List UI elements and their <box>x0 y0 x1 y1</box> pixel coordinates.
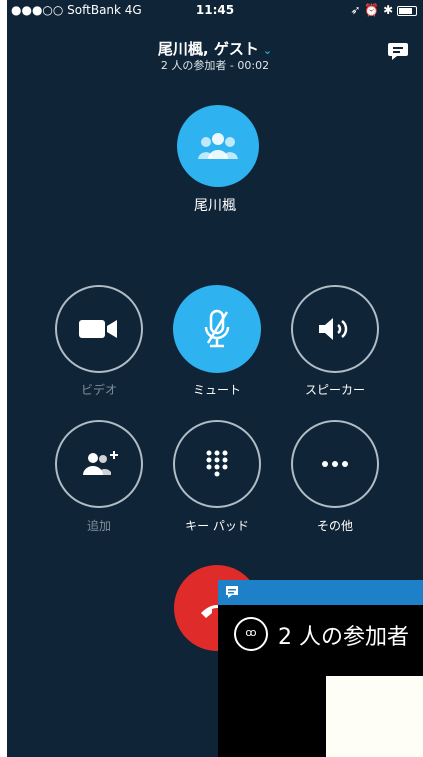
chevron-down-icon: ⌄ <box>262 44 273 57</box>
add-participant-button[interactable] <box>55 420 143 508</box>
speaker-icon <box>319 318 348 340</box>
chat-notification-icon <box>226 586 238 598</box>
status-icons: ➶ ⏰ ✱ <box>350 3 394 17</box>
participants-notification[interactable]: ꝏ 2 人の参加者 <box>218 580 423 757</box>
contact-name: 尾川楓 <box>194 198 236 214</box>
contact-avatar <box>177 105 259 187</box>
call-screen: ●●●○○ SoftBank 4G 11:45 ➶ ⏰ ✱ 尾川楓, ゲスト ⌄ … <box>7 0 423 757</box>
more-label: その他 <box>316 519 353 533</box>
participants-icon: ꝏ <box>234 617 268 651</box>
participants-icon-glyph: ꝏ <box>245 626 257 639</box>
keypad-label: キー パッド <box>185 519 249 533</box>
call-subtitle: 2 人の参加者 - 00:02 <box>160 59 270 72</box>
add-person-icon <box>83 451 118 475</box>
video-button[interactable] <box>55 285 143 373</box>
speaker-button[interactable] <box>291 285 379 373</box>
participants-text: 2 人の参加者 <box>278 625 409 650</box>
status-indicators: ➶ ⏰ ✱ <box>350 3 417 17</box>
chat-bubble-icon[interactable] <box>387 42 409 60</box>
mute-label: ミュート <box>192 383 241 397</box>
group-icon <box>198 133 238 159</box>
video-label: ビデオ <box>80 383 117 397</box>
battery-icon <box>397 5 417 16</box>
mic-off-icon <box>204 309 230 348</box>
video-camera-icon <box>79 320 117 338</box>
notification-panel <box>326 676 423 757</box>
speaker-label: スピーカー <box>304 383 365 397</box>
mute-button[interactable] <box>173 285 261 373</box>
status-bar: ●●●○○ SoftBank 4G 11:45 ➶ ⏰ ✱ <box>7 0 423 20</box>
call-title-text: 尾川楓, ゲスト <box>157 40 259 58</box>
keypad-button[interactable] <box>173 420 261 508</box>
more-button[interactable] <box>291 420 379 508</box>
more-icon <box>322 461 348 467</box>
add-label: 追加 <box>86 519 111 533</box>
call-title[interactable]: 尾川楓, ゲスト ⌄ <box>7 38 423 59</box>
keypad-icon <box>206 450 228 477</box>
notification-titlebar <box>218 580 423 605</box>
